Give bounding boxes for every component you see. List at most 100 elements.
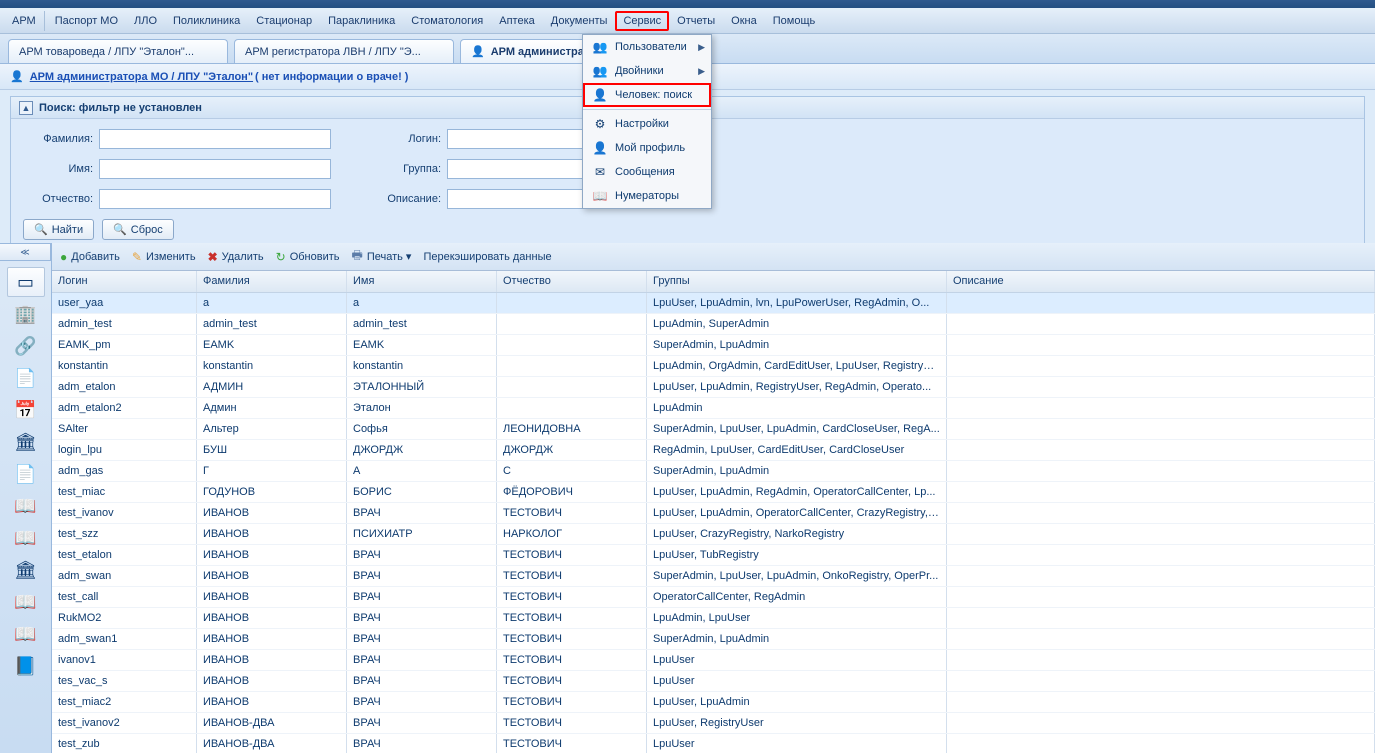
table-row[interactable]: EAMK_pmEAMKEAMKSuperAdmin, LpuAdmin	[52, 335, 1375, 356]
dropdown-item-2[interactable]: 👤Человек: поиск	[583, 83, 711, 107]
dropdown-item-6[interactable]: ✉Сообщения	[583, 160, 711, 184]
sidebar-collapse-button[interactable]: ≪	[0, 243, 51, 261]
table-row[interactable]: admin_testadmin_testadmin_testLpuAdmin, …	[52, 314, 1375, 335]
toolbar-label: Печать ▾	[367, 250, 412, 263]
menu-окна[interactable]: Окна	[723, 11, 765, 31]
dropdown-item-0[interactable]: 👥Пользователи▶	[583, 35, 711, 59]
table-row[interactable]: test_miacГОДУНОВБОРИСФЁДОРОВИЧLpuUser, L…	[52, 482, 1375, 503]
tab-0[interactable]: АРМ товароведа / ЛПУ "Эталон"...	[8, 39, 228, 63]
cell: ТЕСТОВИЧ	[497, 692, 647, 712]
cell	[497, 293, 647, 313]
dropdown-item-7[interactable]: 📖Нумераторы	[583, 184, 711, 208]
table-row[interactable]: adm_swanИВАНОВВРАЧТЕСТОВИЧSuperAdmin, Lp…	[52, 566, 1375, 587]
input-group[interactable]	[447, 159, 603, 179]
menu-сервис[interactable]: Сервис	[615, 11, 669, 31]
cell: RukMO2	[52, 608, 197, 628]
cell: test_call	[52, 587, 197, 607]
sidebar-icon-10[interactable]: 📖	[7, 587, 45, 617]
table-row[interactable]: login_lpuБУШДЖОРДЖДЖОРДЖRegAdmin, LpuUse…	[52, 440, 1375, 461]
cell: ВРАЧ	[347, 671, 497, 691]
input-login[interactable]	[447, 129, 603, 149]
prn-icon: 🖶	[352, 246, 363, 267]
sidebar-icon-12[interactable]: 📘	[7, 651, 45, 681]
col-header-3[interactable]: Отчество	[497, 271, 647, 292]
toolbar-del[interactable]: ✖Удалить	[208, 250, 264, 264]
menu-арм[interactable]: АРМ	[4, 11, 45, 31]
sidebar-icon-6[interactable]: 📄	[7, 459, 45, 489]
table-row[interactable]: user_yaaaaLpuUser, LpuAdmin, lvn, LpuPow…	[52, 293, 1375, 314]
cell: БОРИС	[347, 482, 497, 502]
menu-отчеты[interactable]: Отчеты	[669, 11, 723, 31]
search-panel-title: Поиск: фильтр не установлен	[39, 102, 202, 114]
menu-помощь[interactable]: Помощь	[765, 11, 824, 31]
sidebar-icon-11[interactable]: 📖	[7, 619, 45, 649]
input-name[interactable]	[99, 159, 331, 179]
table-row[interactable]: adm_gasГАСSuperAdmin, LpuAdmin	[52, 461, 1375, 482]
sidebar-icon-3[interactable]: 📄	[7, 363, 45, 393]
table-row[interactable]: test_miac2ИВАНОВВРАЧТЕСТОВИЧLpuUser, Lpu…	[52, 692, 1375, 713]
toolbar-ref[interactable]: ↻Обновить	[276, 250, 340, 264]
col-header-1[interactable]: Фамилия	[197, 271, 347, 292]
cell: ФЁДОРОВИЧ	[497, 482, 647, 502]
sidebar-icon-9[interactable]: 🏛	[7, 555, 45, 585]
toolbar-prn[interactable]: 🖶 Печать ▾	[352, 246, 412, 267]
menu-стоматология[interactable]: Стоматология	[403, 11, 491, 31]
table-row[interactable]: test_szzИВАНОВПСИХИАТРНАРКОЛОГLpuUser, C…	[52, 524, 1375, 545]
tab-1[interactable]: АРМ регистратора ЛВН / ЛПУ "Э...	[234, 39, 454, 63]
col-header-0[interactable]: Логин	[52, 271, 197, 292]
menu-паспорт мо[interactable]: Паспорт МО	[47, 11, 126, 31]
dropdown-item-5[interactable]: 👤Мой профиль	[583, 136, 711, 160]
menu-параклиника[interactable]: Параклиника	[320, 11, 403, 31]
toolbar-edit[interactable]: ✎Изменить	[132, 250, 196, 264]
sidebar-icon-0[interactable]: ▭	[7, 267, 45, 297]
reset-button[interactable]: 🔍Сброс	[102, 219, 174, 240]
sidebar-icon-7[interactable]: 📖	[7, 491, 45, 521]
dropdown-item-1[interactable]: 👥Двойники▶	[583, 59, 711, 83]
table-row[interactable]: ivanov1ИВАНОВВРАЧТЕСТОВИЧLpuUser	[52, 650, 1375, 671]
table-row[interactable]: adm_etalonАДМИНЭТАЛОННЫЙLpuUser, LpuAdmi…	[52, 377, 1375, 398]
table-row[interactable]: konstantinkonstantinkonstantinLpuAdmin, …	[52, 356, 1375, 377]
menu-документы[interactable]: Документы	[543, 11, 616, 31]
dropdown-icon: 👥	[591, 40, 609, 54]
cell: ТЕСТОВИЧ	[497, 566, 647, 586]
col-header-5[interactable]: Описание	[947, 271, 1375, 292]
menu-поликлиника[interactable]: Поликлиника	[165, 11, 248, 31]
table-row[interactable]: test_ivanov2ИВАНОВ-ДВАВРАЧТЕСТОВИЧLpuUse…	[52, 713, 1375, 734]
input-patr[interactable]	[99, 189, 331, 209]
collapse-icon[interactable]: ▲	[19, 101, 33, 115]
cell: А	[347, 461, 497, 481]
cell	[947, 671, 1375, 691]
find-button[interactable]: 🔍Найти	[23, 219, 94, 240]
table-row[interactable]: adm_etalon2АдминЭталонLpuAdmin	[52, 398, 1375, 419]
cell: admin_test	[197, 314, 347, 334]
table-row[interactable]: test_callИВАНОВВРАЧТЕСТОВИЧOperatorCallC…	[52, 587, 1375, 608]
table-row[interactable]: RukMO2ИВАНОВВРАЧТЕСТОВИЧLpuAdmin, LpuUse…	[52, 608, 1375, 629]
reset-button-label: Сброс	[131, 224, 163, 236]
sidebar-icon-4[interactable]: 📅	[7, 395, 45, 425]
table-row[interactable]: SAlterАльтерСофьяЛЕОНИДОВНАSuperAdmin, L…	[52, 419, 1375, 440]
col-header-4[interactable]: Группы	[647, 271, 947, 292]
sidebar-icon-5[interactable]: 🏛	[7, 427, 45, 457]
col-header-2[interactable]: Имя	[347, 271, 497, 292]
sidebar-icon-1[interactable]: 🏢	[7, 299, 45, 329]
table-row[interactable]: test_etalonИВАНОВВРАЧТЕСТОВИЧLpuUser, Tu…	[52, 545, 1375, 566]
sidebar-icon-2[interactable]: 🔗	[7, 331, 45, 361]
menu-аптека[interactable]: Аптека	[491, 11, 543, 31]
cell: test_ivanov2	[52, 713, 197, 733]
menu-лло[interactable]: ЛЛО	[126, 11, 165, 31]
dropdown-item-4[interactable]: ⚙Настройки	[583, 112, 711, 136]
table-row[interactable]: adm_swan1ИВАНОВВРАЧТЕСТОВИЧSuperAdmin, L…	[52, 629, 1375, 650]
menu-стационар[interactable]: Стационар	[248, 11, 320, 31]
table-row[interactable]: tes_vac_sИВАНОВВРАЧТЕСТОВИЧLpuUser	[52, 671, 1375, 692]
sidebar-icon-8[interactable]: 📖	[7, 523, 45, 553]
input-desc[interactable]	[447, 189, 603, 209]
cell: ЭТАЛОННЫЙ	[347, 377, 497, 397]
table-row[interactable]: test_ivanovИВАНОВВРАЧТЕСТОВИЧLpuUser, Lp…	[52, 503, 1375, 524]
toolbar-add[interactable]: ●Добавить	[60, 250, 120, 264]
cell: ИВАНОВ	[197, 524, 347, 544]
toolbar-btn-5[interactable]: Перекэшировать данные	[423, 251, 551, 263]
breadcrumb-link[interactable]: АРМ администратора МО / ЛПУ "Эталон"	[30, 71, 253, 83]
input-famil[interactable]	[99, 129, 331, 149]
table-row[interactable]: test_zubИВАНОВ-ДВАВРАЧТЕСТОВИЧLpuUser	[52, 734, 1375, 753]
cell: ВРАЧ	[347, 692, 497, 712]
